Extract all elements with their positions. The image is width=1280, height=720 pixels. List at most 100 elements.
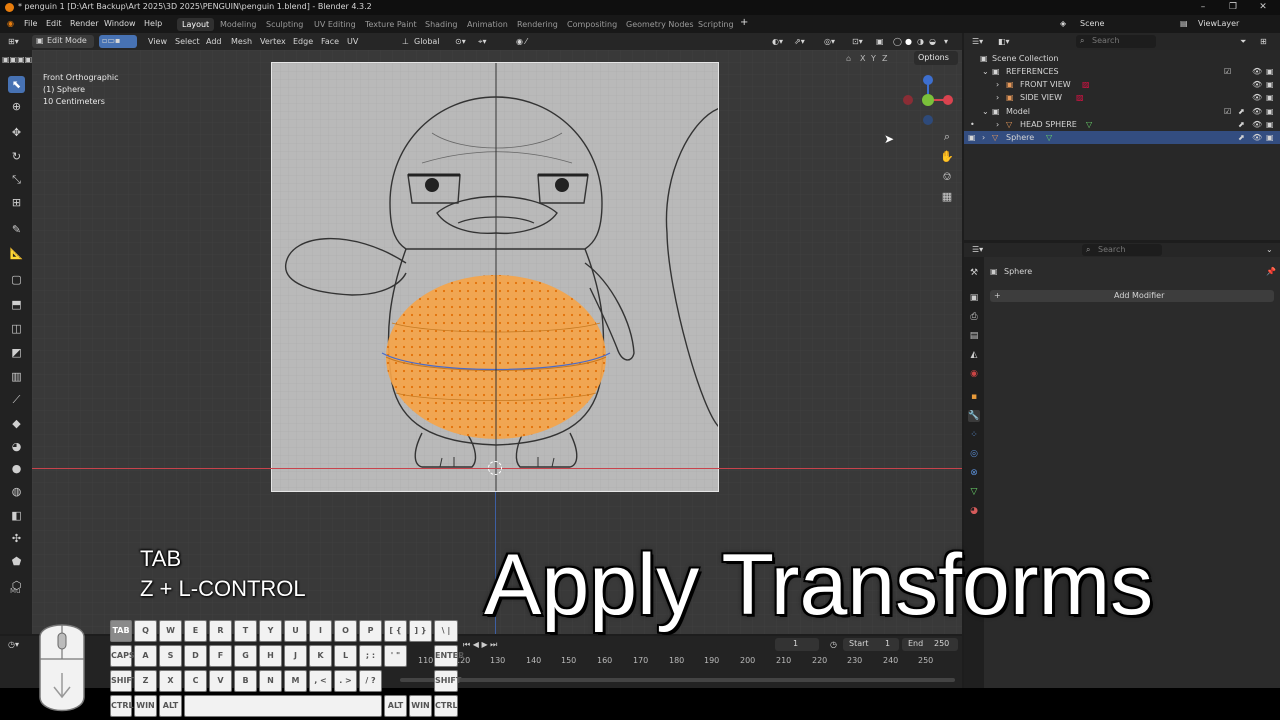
tab-rendering[interactable]: Rendering <box>512 18 563 31</box>
vertex-select-icon[interactable]: ▫▭▪ <box>102 36 120 45</box>
mirror-axis-z[interactable]: Z <box>882 54 887 63</box>
timeline-scrollbar[interactable] <box>400 678 955 682</box>
orientation-selector[interactable]: Global <box>414 37 440 46</box>
start-frame-field[interactable]: Start 1 <box>843 638 899 651</box>
camera-icon[interactable]: ▣ <box>1266 67 1274 76</box>
tab-modeling[interactable]: Modeling <box>215 18 261 31</box>
object-tab-icon[interactable]: ▪ <box>968 391 980 403</box>
tool-tab-icon[interactable]: ⚒ <box>968 267 980 279</box>
menu-render[interactable]: Render <box>70 19 98 28</box>
zoom-icon[interactable]: ⌕ <box>940 130 954 144</box>
ortho-grid-icon[interactable]: ▦ <box>940 190 954 204</box>
maximize-icon[interactable]: ❐ <box>1226 1 1240 13</box>
tab-animation[interactable]: Animation <box>462 18 513 31</box>
eye-icon[interactable]: 👁 <box>1252 67 1262 76</box>
overlays-icon[interactable]: ◎▾ <box>824 37 835 46</box>
camera-icon[interactable]: ▣ <box>1266 120 1274 129</box>
snap-icon[interactable]: ⌖▾ <box>478 37 487 47</box>
scene-name[interactable]: Scene <box>1080 19 1104 28</box>
eye-icon[interactable]: 👁 <box>1252 133 1262 142</box>
data-tab-icon[interactable]: ▽ <box>968 486 980 498</box>
scale-tool-icon[interactable]: ⤡ <box>8 171 25 188</box>
close-icon[interactable]: ✕ <box>1256 1 1270 13</box>
checkbox-icon[interactable]: ☑ <box>1224 67 1231 76</box>
modifier-tab-icon[interactable]: 🔧 <box>968 410 980 422</box>
add-workspace-icon[interactable]: + <box>740 17 748 28</box>
shading-rendered-icon[interactable]: ◒ <box>929 37 936 46</box>
tab-texture-paint[interactable]: Texture Paint <box>360 18 422 31</box>
cursor-tool-icon[interactable]: ⊕ <box>8 98 25 115</box>
move-tool-icon[interactable]: ✥ <box>8 124 25 141</box>
properties-search-field[interactable]: ⌕ Search <box>1082 244 1162 256</box>
viewport-menu-mesh[interactable]: Mesh <box>231 37 252 46</box>
shading-material-icon[interactable]: ◑ <box>917 37 924 46</box>
orientation-icon[interactable]: ⊥ <box>402 37 409 46</box>
scene-tab-icon[interactable]: ◭ <box>968 349 980 361</box>
expand-chevron-icon[interactable]: › <box>996 93 999 102</box>
viewport-menu-edge[interactable]: Edge <box>293 37 313 46</box>
render-tab-icon[interactable]: ▣ <box>968 292 980 304</box>
shading-wireframe-icon[interactable]: ◯ <box>893 37 902 46</box>
new-collection-icon[interactable]: ⊞ <box>1260 37 1267 46</box>
viewport-menu-select[interactable]: Select <box>175 37 200 46</box>
viewport-menu-add[interactable]: Add <box>206 37 222 46</box>
camera-icon[interactable]: ▣ <box>1266 93 1274 102</box>
particles-tab-icon[interactable]: ⁘ <box>968 429 980 441</box>
spin-tool-icon[interactable]: ◕ <box>8 438 25 455</box>
transform-tool-icon[interactable]: ⊞ <box>8 194 25 211</box>
physics-tab-icon[interactable]: ◎ <box>968 448 980 460</box>
edge-slide-tool-icon[interactable]: ◧ <box>8 507 25 524</box>
eye-icon[interactable]: 👁 <box>1252 80 1262 89</box>
camera-icon[interactable]: ▣ <box>1266 80 1274 89</box>
camera-view-icon[interactable]: ⎊ <box>940 170 954 184</box>
outliner-item-scene-collection[interactable]: ▣ Scene Collection <box>964 52 1280 65</box>
properties-editor-icon[interactable]: ☰▾ <box>972 245 983 254</box>
extrude-tool-icon[interactable]: ⬒ <box>8 296 25 313</box>
pin-icon[interactable]: 📌 <box>1266 267 1276 276</box>
measure-tool-icon[interactable]: 📐 <box>8 245 25 262</box>
options-dropdown[interactable]: Options <box>914 51 958 65</box>
outliner-search-field[interactable]: ⌕ Search <box>1076 35 1156 48</box>
display-mode-icon[interactable]: ◧▾ <box>998 37 1010 46</box>
select-mode-group[interactable]: ▫▭▪ <box>99 35 137 48</box>
timeline-editor-icon[interactable]: ◷▾ <box>8 640 19 649</box>
output-tab-icon[interactable]: ⎙ <box>968 311 980 323</box>
end-frame-field[interactable]: End 250 <box>902 638 958 651</box>
menu-help[interactable]: Help <box>144 19 162 28</box>
camera-icon[interactable]: ▣ <box>1266 107 1274 116</box>
tab-sculpting[interactable]: Sculpting <box>261 18 308 31</box>
smooth-tool-icon[interactable]: ● <box>8 460 25 477</box>
inset-tool-icon[interactable]: ◫ <box>8 320 25 337</box>
camera-icon[interactable]: ▣ <box>1266 133 1274 142</box>
options-chevron-icon[interactable]: ⌄ <box>1266 245 1273 254</box>
editor-type-icon[interactable]: ⊞▾ <box>8 37 19 46</box>
tab-uv-editing[interactable]: UV Editing <box>309 18 361 31</box>
mirror-axis-x[interactable]: X <box>860 54 865 63</box>
rip-tool-icon[interactable]: ⬟ <box>8 553 25 570</box>
mirror-axis-y[interactable]: Y <box>871 54 876 63</box>
outliner-item-side-view[interactable]: › ▣ SIDE VIEW ▨ 👁 ▣ <box>964 91 1280 104</box>
blender-menu-icon[interactable]: ◉ <box>7 19 14 28</box>
gizmo-toggle-icon[interactable]: ⇗▾ <box>794 37 805 46</box>
tab-geometry-nodes[interactable]: Geometry Nodes <box>621 18 698 31</box>
mode-selector[interactable]: ▣ Edit Mode <box>32 35 94 48</box>
shear-tool-icon[interactable]: ✣ <box>8 530 25 547</box>
outliner-editor-icon[interactable]: ☰▾ <box>972 37 983 46</box>
knife-tool-icon[interactable]: ⟋ <box>8 391 25 408</box>
select-arrow-icon[interactable]: ⬈ <box>1238 107 1245 116</box>
menu-window[interactable]: Window <box>104 19 136 28</box>
world-tab-icon[interactable]: ◉ <box>968 368 980 380</box>
expand-chevron-icon[interactable]: › <box>996 80 999 89</box>
select-box-tool-icon[interactable]: ⬉ <box>8 76 25 93</box>
tab-layout[interactable]: Layout <box>177 18 215 31</box>
menu-edit[interactable]: Edit <box>46 19 62 28</box>
constraints-tab-icon[interactable]: ⊗ <box>968 467 980 479</box>
shrink-fatten-tool-icon[interactable]: ◍ <box>8 483 25 500</box>
scene-selector-icon[interactable]: ◈ <box>1060 19 1066 28</box>
rotate-tool-icon[interactable]: ↻ <box>8 148 25 165</box>
expand-chevron-icon[interactable]: ⌄ <box>982 107 989 116</box>
proportional-edit-icon[interactable]: ◉ ⁄ <box>516 37 527 46</box>
edit-dot-icon[interactable]: • <box>970 120 975 129</box>
clock-icon[interactable]: ◷ <box>830 640 837 649</box>
menu-file[interactable]: File <box>24 19 37 28</box>
